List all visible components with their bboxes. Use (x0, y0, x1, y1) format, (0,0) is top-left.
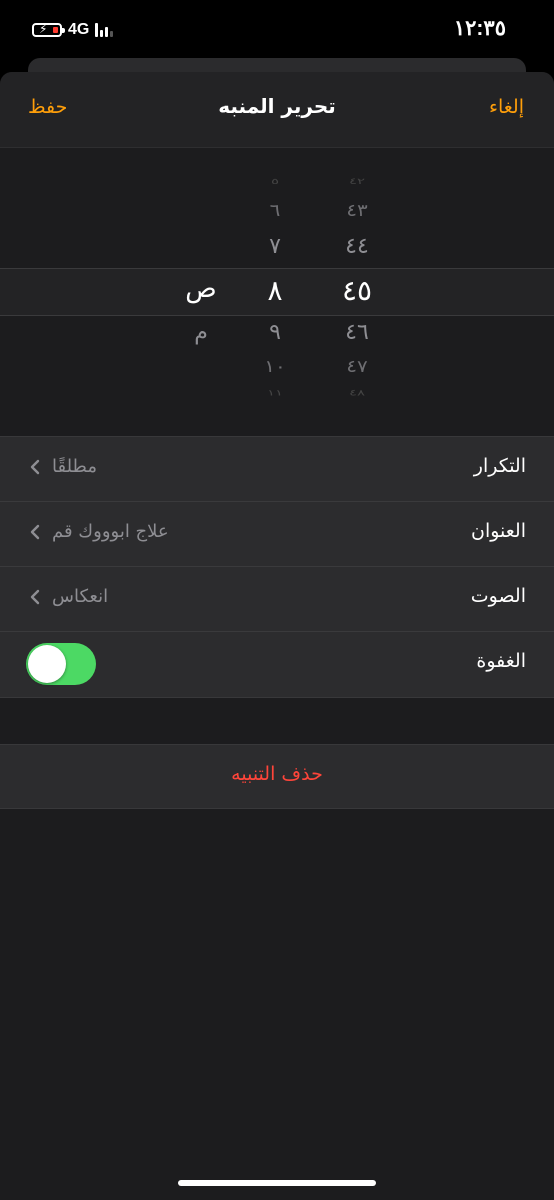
snooze-toggle[interactable] (26, 643, 96, 685)
hour-option[interactable]: ١٠ (250, 356, 300, 376)
alarm-settings-list: التكرار مطلقًا العنوان علاج ابوووك قم ال… (0, 436, 554, 698)
chevron-left-icon (30, 589, 40, 605)
title-row[interactable]: العنوان علاج ابوووك قم (0, 502, 554, 567)
cancel-button[interactable]: إلغاء (489, 96, 524, 118)
sound-label: الصوت (470, 585, 526, 607)
chevron-left-icon (30, 459, 40, 475)
hour-option[interactable]: ١١ (250, 388, 300, 398)
hour-option-selected[interactable]: ٨ (250, 274, 300, 307)
minute-option[interactable]: ٤٧ (330, 356, 384, 376)
minute-option[interactable]: ٤٤ (330, 234, 384, 259)
chevron-left-icon (30, 524, 40, 540)
time-picker[interactable]: ٤٢ ٤٣ ٤٤ ٤٥ ٤٦ ٤٧ ٤٨ ٥ ٦ ٧ ٨ ٩ ١٠ ١١ ص م (0, 148, 554, 436)
snooze-label: الغفوة (476, 650, 526, 672)
snooze-row: الغفوة (0, 632, 554, 697)
delete-alarm-button[interactable]: حذف التنبيه (0, 744, 554, 809)
battery-charging-icon: ⚡ (32, 22, 65, 37)
minute-option[interactable]: ٤٨ (330, 388, 384, 398)
home-indicator[interactable] (178, 1180, 376, 1186)
title-label: العنوان (470, 520, 526, 542)
repeat-row[interactable]: التكرار مطلقًا (0, 437, 554, 502)
status-time: ١٢:٣٥ (453, 17, 506, 40)
toggle-knob (28, 645, 66, 683)
nav-bar: حفظ تحرير المنبه إلغاء (0, 72, 554, 148)
ampm-option-selected[interactable]: ص (176, 274, 226, 304)
sound-value: انعكاس (52, 586, 109, 607)
signal-icon (95, 23, 114, 37)
edit-alarm-sheet: حفظ تحرير المنبه إلغاء ٤٢ ٤٣ ٤٤ ٤٥ ٤٦ ٤٧… (0, 72, 554, 1200)
delete-alarm-label: حذف التنبيه (231, 763, 323, 785)
title-value: علاج ابوووك قم (52, 521, 169, 542)
hour-option[interactable]: ٩ (250, 320, 300, 345)
status-bar: ⚡ 4G ١٢:٣٥ (0, 0, 554, 60)
repeat-value: مطلقًا (52, 456, 97, 477)
minute-option[interactable]: ٤٦ (330, 320, 384, 345)
network-type: 4G (68, 21, 90, 38)
repeat-label: التكرار (473, 455, 526, 477)
page-title: تحرير المنبه (218, 94, 336, 118)
status-left: ⚡ 4G (32, 18, 114, 42)
hour-option[interactable]: ٥ (250, 176, 300, 186)
sound-row[interactable]: الصوت انعكاس (0, 567, 554, 632)
minute-option[interactable]: ٤٢ (330, 176, 384, 186)
hour-option[interactable]: ٧ (250, 234, 300, 259)
minute-option[interactable]: ٤٣ (330, 200, 384, 220)
hour-option[interactable]: ٦ (250, 200, 300, 220)
ampm-option[interactable]: م (176, 320, 226, 345)
minute-option-selected[interactable]: ٤٥ (330, 274, 384, 307)
